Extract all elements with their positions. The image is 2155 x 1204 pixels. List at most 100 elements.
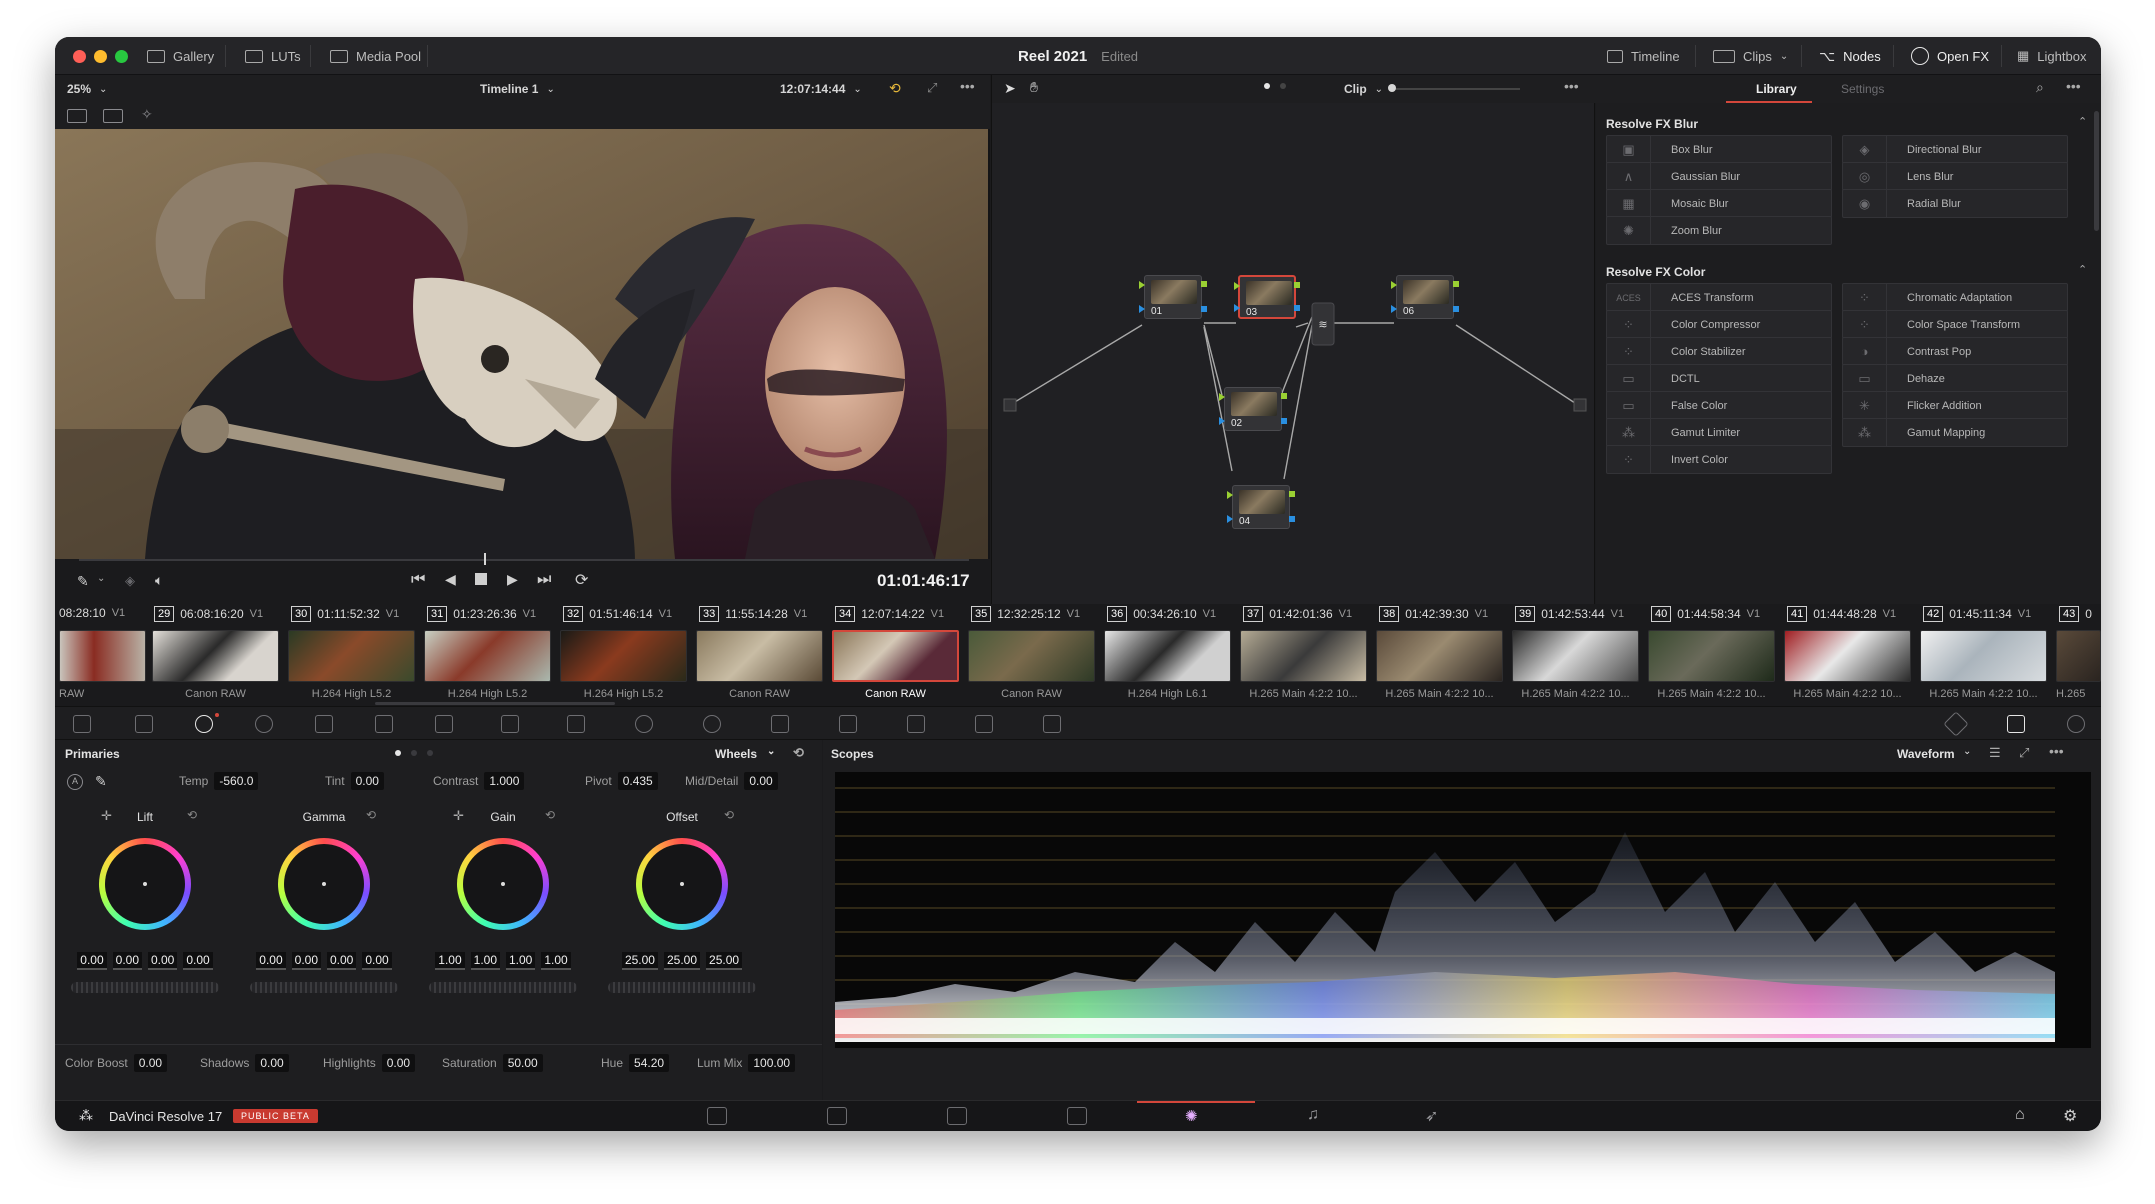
fullscreen-icon[interactable]: ⤢ (927, 80, 937, 96)
pivot-field[interactable]: 0.435 (617, 772, 658, 790)
page-fairlight-icon[interactable]: ♫ (1307, 1106, 1319, 1124)
mid-detail-field[interactable]: 0.00 (744, 772, 778, 790)
fx-dehaze[interactable]: ▭ Dehaze (1842, 364, 2068, 393)
page-deliver-icon[interactable]: ➶ (1425, 1106, 1438, 1126)
color-warper-icon[interactable] (501, 715, 519, 733)
fx-directional-blur[interactable]: ◈ Directional Blur (1842, 135, 2068, 164)
fx-invert-color[interactable]: ⁘ Invert Color (1606, 445, 1832, 474)
temp-field[interactable]: -560.0 (214, 772, 259, 790)
lum-mix-field[interactable]: 100.00 (748, 1054, 796, 1072)
fx-gamut-limiter[interactable]: ⁂ Gamut Limiter (1606, 418, 1832, 447)
page-cut-icon[interactable] (827, 1107, 847, 1125)
hue-field[interactable]: 54.20 (629, 1054, 670, 1072)
scope-settings-icon[interactable]: ☰ (1989, 745, 2001, 761)
shadows-field[interactable]: 0.00 (255, 1054, 289, 1072)
page-dot-icon[interactable] (1280, 83, 1286, 89)
tab-open-fx[interactable]: Open FX (1899, 37, 2001, 75)
gamma-master-slider[interactable] (250, 982, 398, 993)
page-dot-icon[interactable] (395, 750, 401, 756)
chevron-down-icon[interactable]: ⌄ (767, 746, 775, 757)
wipe-mode-icon[interactable] (67, 109, 87, 123)
clip-thumbnail[interactable]: Canon RAW (968, 630, 1095, 702)
page-dot-icon[interactable] (1264, 83, 1270, 89)
page-media-icon[interactable] (707, 1107, 727, 1125)
rgb-mixer-icon[interactable] (315, 715, 333, 733)
scrubber-track[interactable] (79, 559, 969, 561)
unmix-icon[interactable]: ⟲ (889, 80, 901, 97)
gamma-wheel[interactable] (278, 838, 370, 930)
crosshair-icon[interactable]: ✛ (453, 808, 464, 824)
zoom-dropdown[interactable]: 25% ⌄ (67, 82, 107, 96)
page-dot-icon[interactable] (427, 750, 433, 756)
fx-dctl[interactable]: ▭ DCTL (1606, 364, 1832, 393)
sizing-icon[interactable] (975, 715, 993, 733)
home-icon[interactable]: ⌂ (2015, 1106, 2025, 1124)
fx-aces-transform[interactable]: ACES ACES Transform (1606, 283, 1832, 312)
blur-tool-icon[interactable] (839, 715, 857, 733)
clip-thumbnail-selected[interactable]: Canon RAW (832, 630, 959, 702)
fx-color-compressor[interactable]: ⁘ Color Compressor (1606, 310, 1832, 339)
page-dot-icon[interactable] (411, 750, 417, 756)
fx-gamut-mapping[interactable]: ⁂ Gamut Mapping (1842, 418, 2068, 447)
skip-to-start-icon[interactable]: ⏮︎ (411, 571, 425, 589)
loop-icon[interactable]: ⟳ (575, 570, 588, 590)
info-icon[interactable] (2067, 715, 2085, 733)
tab-library[interactable]: Library (1756, 82, 1797, 96)
clip-thumbnail[interactable]: H.265 Main 4:2:2 10... (1376, 630, 1503, 702)
tab-clips[interactable]: Clips ⌄ (1701, 37, 1800, 75)
gear-icon[interactable]: ⚙ (2063, 1106, 2077, 1126)
fx-color-space-transform[interactable]: ⁘ Color Space Transform (1842, 310, 2068, 339)
scope-mode-dropdown[interactable]: Waveform (1897, 747, 1955, 761)
eyedropper-icon[interactable]: ✎ (77, 573, 89, 590)
hand-icon[interactable]: ✋︎ (1030, 79, 1038, 96)
search-icon[interactable]: ⌕ (2036, 79, 2044, 96)
fx-flicker-addition[interactable]: ✳ Flicker Addition (1842, 391, 2068, 420)
lift-values[interactable]: 0.00 0.00 0.00 0.00 (65, 952, 225, 970)
scopes-icon[interactable] (2007, 715, 2025, 733)
keyframes-icon[interactable] (1943, 711, 1969, 737)
clip-thumbnail[interactable]: Canon RAW (152, 630, 279, 702)
hdr-wheels-icon[interactable] (255, 715, 273, 733)
key-icon[interactable] (907, 715, 925, 733)
picker-icon[interactable]: ✎ (95, 773, 107, 790)
gain-master-slider[interactable] (429, 982, 577, 993)
pointer-icon[interactable]: ➤ (1004, 80, 1016, 97)
stop-icon[interactable] (475, 573, 487, 585)
node-01[interactable]: 01 (1139, 275, 1207, 319)
3d-icon[interactable] (1043, 715, 1061, 733)
page-fusion-icon[interactable] (1067, 1107, 1087, 1125)
gamma-values[interactable]: 0.00 0.00 0.00 0.00 (244, 952, 404, 970)
more-options-icon[interactable]: ••• (2049, 743, 2064, 759)
more-options-icon[interactable]: ••• (2066, 78, 2081, 94)
fx-gaussian-blur[interactable]: ∧ Gaussian Blur (1606, 162, 1832, 191)
tab-timeline[interactable]: Timeline (1595, 37, 1692, 75)
lift-wheel[interactable] (99, 838, 191, 930)
motion-effects-icon[interactable] (375, 715, 393, 733)
node-03[interactable]: 03 (1234, 275, 1300, 319)
node-zoom-handle[interactable] (1388, 84, 1396, 92)
library-scrollbar[interactable] (2094, 111, 2099, 231)
tint-field[interactable]: 0.00 (350, 772, 384, 790)
reset-icon[interactable]: ⟲ (793, 745, 804, 761)
clip-thumbnail[interactable]: H.264 High L6.1 (1104, 630, 1231, 702)
fx-chromatic-adaptation[interactable]: ⁘ Chromatic Adaptation (1842, 283, 2068, 312)
chevron-down-icon[interactable]: ⌄ (97, 573, 105, 584)
clip-thumbnail[interactable]: H.265 Main 4:2:2 10... (1920, 630, 2047, 702)
offset-master-slider[interactable] (608, 982, 756, 993)
node-06[interactable]: 06 (1391, 275, 1459, 319)
node-mode-dropdown[interactable]: Clip ⌄ (1344, 82, 1383, 96)
curves-icon[interactable] (435, 715, 453, 733)
gain-wheel[interactable] (457, 838, 549, 930)
contrast-field[interactable]: 1.000 (484, 772, 525, 790)
magic-mask-icon[interactable] (771, 715, 789, 733)
clip-thumbnail[interactable]: H.265 Main 4:2:2 10... (1784, 630, 1911, 702)
saturation-field[interactable]: 50.00 (502, 1054, 543, 1072)
clip-thumbnail[interactable]: H.264 High L5.2 (560, 630, 687, 702)
expand-icon[interactable]: ⤢ (2019, 745, 2029, 761)
collapse-icon[interactable]: ⌃ (2078, 115, 2087, 128)
clip-thumbnail[interactable]: H.265 (2056, 630, 2101, 702)
collapse-icon[interactable]: ⌃ (2078, 263, 2087, 276)
highlights-field[interactable]: 0.00 (381, 1054, 416, 1072)
timeline-dropdown[interactable]: Timeline 1 ⌄ (480, 82, 555, 96)
clip-thumbnail[interactable]: H.265 Main 4:2:2 10... (1240, 630, 1367, 702)
